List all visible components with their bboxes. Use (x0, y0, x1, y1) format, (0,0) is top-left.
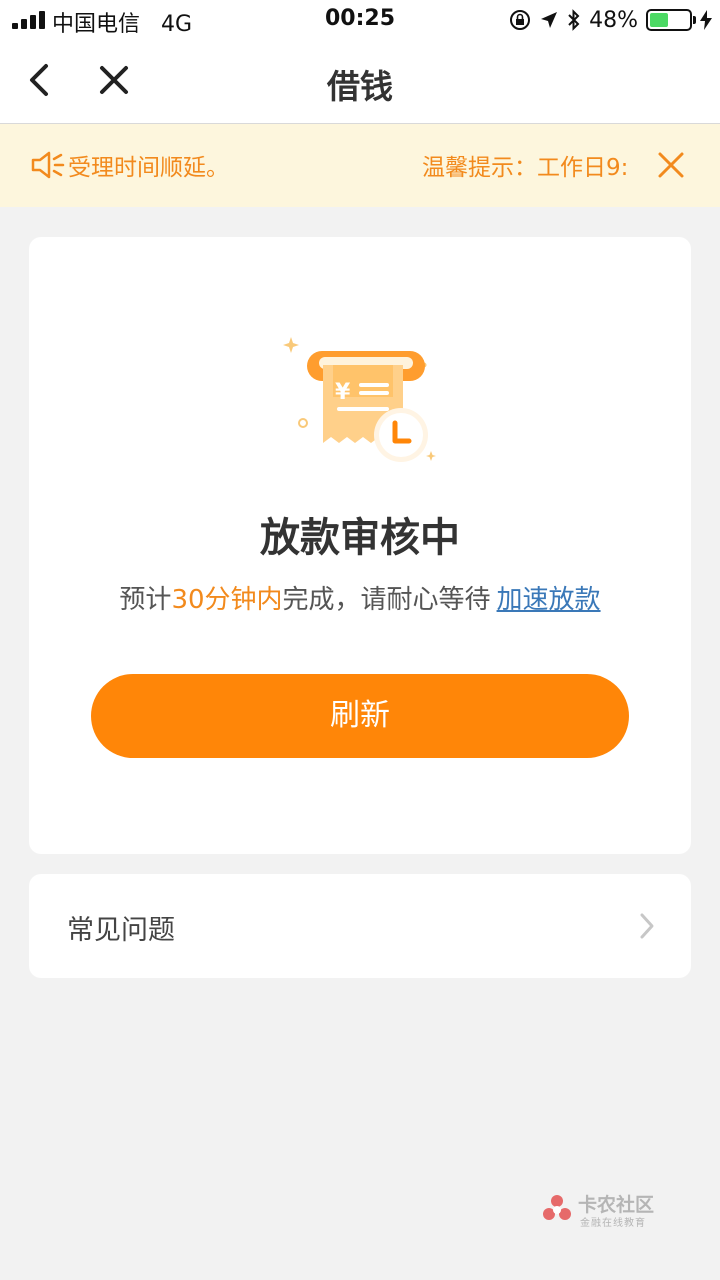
watermark-subtitle: 金融在线教育 (580, 1218, 646, 1229)
notice-tip: 温馨提示：工作日9: (422, 155, 629, 181)
page-title: 借钱 (327, 67, 393, 106)
notice-banner: 受理时间顺延。 温馨提示：工作日9: (0, 124, 720, 207)
charging-bolt-icon (700, 10, 712, 30)
notice-close-icon[interactable] (652, 146, 690, 184)
faq-label: 常见问题 (67, 915, 175, 946)
status-indicators: 48% (509, 6, 712, 34)
status-bar: 中国电信 4G 00:25 48% (0, 0, 720, 40)
notice-message: 受理时间顺延。 (68, 155, 229, 181)
rotation-lock-icon (510, 10, 531, 30)
bluetooth-icon (568, 9, 580, 31)
status-description: 预计30分钟内完成，请耐心等待 加速放款 (29, 579, 691, 616)
speed-up-link[interactable]: 加速放款 (497, 585, 601, 615)
svg-text:¥: ¥ (335, 380, 351, 405)
description-prefix: 预计 (119, 585, 172, 615)
battery-percent: 48% (589, 7, 638, 33)
chevron-right-icon (640, 913, 654, 939)
navigation-bar: 借钱 (0, 40, 720, 124)
loan-status-card: ¥ 放款审核中 预计30分钟内完成，请耐心等待 加速放款 刷新 (29, 237, 691, 854)
speaker-icon (31, 151, 65, 179)
faq-row[interactable]: 常见问题 (29, 874, 691, 978)
status-title: 放款审核中 (260, 515, 460, 561)
watermark-name: 卡农社区 (578, 1194, 655, 1216)
description-suffix: 完成，请耐心等待 (282, 585, 491, 615)
description-highlight: 30分钟内 (171, 585, 283, 615)
refresh-button[interactable]: 刷新 (91, 674, 629, 758)
battery-level (650, 13, 669, 27)
receipt-clock-illustration: ¥ (283, 337, 436, 462)
location-arrow-icon (541, 12, 558, 28)
battery-icon (646, 9, 696, 31)
community-logo-icon (543, 1195, 571, 1220)
watermark: 卡农社区 金融在线教育 (540, 1190, 670, 1230)
